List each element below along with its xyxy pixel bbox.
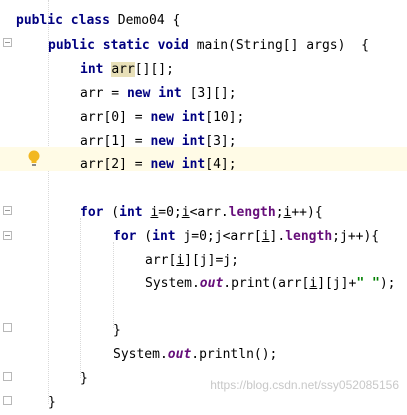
code-text: [10]; [205, 110, 245, 125]
keyword: public class [16, 13, 110, 28]
brace: { [172, 13, 181, 28]
code-text: arr = [80, 86, 127, 101]
closing-brace: } [80, 371, 88, 386]
code-text: [][]; [134, 62, 174, 77]
code-text: ]. [269, 229, 286, 244]
code-line-class[interactable]: public class Demo04 { [16, 9, 180, 33]
fold-end-outer-icon[interactable] [3, 372, 12, 381]
keyword: public static void [48, 38, 189, 53]
code-line-4[interactable]: arr = new int [3][]; [80, 82, 237, 106]
code-text: =0; [158, 205, 182, 220]
code-line-3[interactable]: int arr[][]; [80, 58, 174, 82]
code-line-5[interactable]: arr[0] = new int[10]; [80, 106, 244, 130]
code-text: ][j]=j; [184, 253, 239, 268]
gutter [0, 0, 16, 404]
field-out: out [199, 276, 224, 291]
code-text: ;j++){ [332, 229, 380, 244]
code-text: .print(arr[ [223, 276, 310, 291]
code-line-11[interactable]: arr[i][j]=j; [145, 249, 239, 273]
indent-guide [113, 242, 115, 328]
code-line-14[interactable]: } [113, 319, 121, 343]
closing-brace: } [48, 395, 56, 410]
keyword: int [181, 134, 206, 149]
variable-i: i [181, 205, 190, 220]
keyword: int [152, 229, 176, 244]
code-text: ; [275, 205, 284, 220]
keyword: int [181, 110, 206, 125]
indent-guide [80, 218, 82, 378]
keyword: int [181, 157, 206, 172]
indent-guide [48, 0, 50, 404]
code-line-10[interactable]: for (int j=0;j<arr[i].length;j++){ [113, 225, 379, 249]
keyword: new [126, 86, 151, 101]
code-text: ( [103, 205, 120, 220]
variable-i: i [261, 229, 270, 244]
variable-i: i [176, 253, 185, 268]
code-text: arr[0] = [80, 110, 151, 125]
code-text: System. [145, 276, 200, 291]
code-text: [3]; [205, 134, 237, 149]
lightbulb-icon[interactable] [27, 150, 41, 167]
code-line-7[interactable]: arr[2] = new int[4]; [80, 153, 237, 177]
watermark: https://blog.csdn.net/ssy052085156 [210, 378, 399, 392]
fold-inner-for-icon[interactable] [3, 231, 12, 240]
field-length: length [228, 205, 276, 220]
code-text: System. [113, 347, 168, 362]
code-text: arr[2] = [80, 157, 151, 172]
code-line-15[interactable]: System.out.println(); [113, 343, 277, 367]
code-editor[interactable]: public class Demo04 { public static void… [0, 0, 407, 410]
code-text: j=0;j<arr[ [175, 229, 262, 244]
keyword: for [113, 229, 137, 244]
keyword: for [80, 205, 104, 220]
code-line-9[interactable]: for (int i=0;i<arr.length;i++){ [80, 201, 323, 225]
field-length: length [285, 229, 333, 244]
code-text: .println(); [191, 347, 278, 362]
code-line-12[interactable]: System.out.print(arr[i][j]+" "); [145, 272, 395, 296]
fold-outer-for-icon[interactable] [3, 206, 12, 215]
keyword: new [150, 110, 174, 125]
code-text: ++){ [291, 205, 323, 220]
fold-main-icon[interactable] [3, 38, 12, 47]
field-out: out [167, 347, 192, 362]
code-text: <arr. [189, 205, 229, 220]
code-line-6[interactable]: arr[1] = new int[3]; [80, 130, 237, 154]
keyword: int [80, 62, 104, 77]
class-name: Demo04 [117, 13, 165, 28]
code-text: [4]; [205, 157, 237, 172]
code-line-main[interactable]: public static void main(String[] args) { [48, 34, 369, 58]
code-text: ( [136, 229, 153, 244]
code-text: [3][]; [181, 86, 237, 101]
method-signature: main(String[] args) { [196, 38, 369, 53]
variable-arr: arr [111, 62, 135, 77]
keyword: new [150, 157, 174, 172]
code-text: ); [379, 276, 396, 291]
keyword: new [150, 134, 174, 149]
code-text: arr[ [145, 253, 177, 268]
code-text: ][j]+ [317, 276, 357, 291]
keyword: int [158, 86, 182, 101]
closing-brace: } [113, 323, 121, 338]
code-line-16[interactable]: } [80, 367, 88, 391]
string-literal: " " [356, 276, 380, 291]
keyword: int [119, 205, 143, 220]
code-text: arr[1] = [80, 134, 151, 149]
code-line-17[interactable]: } [48, 391, 56, 415]
fold-end-inner-icon[interactable] [3, 323, 12, 332]
